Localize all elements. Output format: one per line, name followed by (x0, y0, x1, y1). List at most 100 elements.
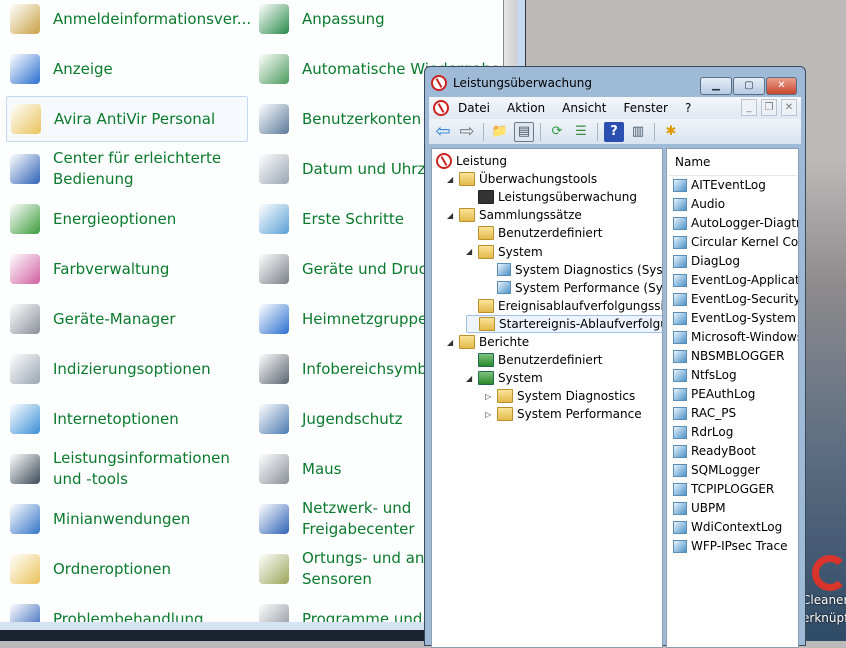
list-item[interactable]: Audio (673, 195, 725, 213)
getting-started-icon (259, 204, 289, 234)
list-item[interactable]: SQMLogger (673, 461, 760, 479)
column-header-name[interactable]: Name (675, 155, 710, 169)
control-panel-item[interactable]: Minianwendungen (6, 496, 248, 542)
close-button[interactable]: ✕ (766, 77, 797, 95)
tree-node[interactable]: Leistungsüberwachung (466, 188, 637, 206)
expand-arrow-icon[interactable]: ◢ (466, 247, 478, 256)
child-minimize-button[interactable]: _ (741, 99, 757, 116)
tree-node-label: Sammlungssätze (479, 208, 582, 223)
tree-node[interactable]: ▷ System Diagnostics (485, 387, 635, 405)
child-close-button[interactable]: ✕ (781, 99, 797, 116)
performance-monitor-window: Leistungsüberwachung ▁ ▢ ✕ Datei Aktion An… (424, 66, 806, 648)
expand-arrow-icon[interactable]: ▷ (485, 410, 497, 419)
tree-node[interactable]: ◢ Überwachungstools (447, 170, 597, 188)
expand-arrow-icon[interactable]: ◢ (447, 211, 459, 220)
trace-session-icon (673, 425, 687, 439)
menu-datei[interactable]: Datei (458, 101, 490, 115)
show-hide-tree-button[interactable]: ▤ (514, 121, 534, 142)
trace-session-icon (673, 349, 687, 363)
list-item[interactable]: AutoLogger-Diagtrack-Listener (673, 214, 798, 232)
menu-fenster[interactable]: Fenster (623, 101, 668, 115)
show-action-pane-icon: ▥ (631, 124, 645, 139)
control-panel-item-label: Indizierungsoptionen (53, 359, 211, 378)
list-item[interactable]: DiagLog (673, 252, 740, 270)
list-item-label: EventLog-System (691, 311, 796, 325)
tree-node[interactable]: System Performance (System) (485, 279, 663, 297)
menu-aktion[interactable]: Aktion (507, 101, 545, 115)
tree-node[interactable]: ◢ System (466, 243, 543, 261)
trace-session-icon (673, 330, 687, 344)
menu-ansicht[interactable]: Ansicht (562, 101, 606, 115)
control-panel-item[interactable]: Anzeige (6, 46, 248, 92)
tree-node-label: System Performance (System) (515, 280, 663, 295)
tree-node[interactable]: Startereignis-Ablaufverfolgungssitzungen (466, 314, 662, 333)
trace-session-icon (673, 368, 687, 382)
control-panel-item[interactable]: Avira AntiVir Personal (6, 96, 248, 142)
list-item[interactable]: TCPIPLOGGER (673, 480, 774, 498)
control-panel-item[interactable]: Farbverwaltung (6, 246, 248, 292)
control-panel-item[interactable]: Anpassung (255, 0, 504, 42)
control-panel-item[interactable]: Leistungsinformationen und -tools (6, 446, 248, 492)
list-item[interactable]: WFP-IPsec Trace (673, 537, 788, 555)
control-panel-item[interactable]: Indizierungsoptionen (6, 346, 248, 392)
control-panel-item-label: Heimnetzgruppe (302, 309, 428, 328)
trace-session-icon (673, 501, 687, 515)
window-title-bar: Leistungsüberwachung (431, 75, 592, 91)
list-item[interactable]: AITEventLog (673, 176, 766, 194)
control-panel-item[interactable]: Anmeldeinformationsver... (6, 0, 251, 42)
control-panel-item[interactable]: Internetoptionen (6, 396, 248, 442)
tree-node[interactable]: ◢ System (466, 369, 543, 387)
control-panel-item[interactable]: Problembehandlung (6, 596, 248, 622)
control-panel-item-label: Leistungsinformationen und -tools (53, 449, 230, 488)
list-item[interactable]: EventLog-Security (673, 290, 798, 308)
forward-button[interactable]: ⇨ (457, 121, 477, 142)
expand-arrow-icon[interactable]: ◢ (447, 338, 459, 347)
control-panel-item[interactable]: Ordneroptionen (6, 546, 248, 592)
list-item[interactable]: EventLog-System (673, 309, 796, 327)
maximize-button[interactable]: ▢ (733, 77, 765, 95)
tree-node[interactable]: Leistung (436, 152, 507, 170)
export-list-button[interactable]: ☰ (571, 122, 591, 142)
tree-node[interactable]: ▷ System Performance (485, 405, 642, 423)
list-item[interactable]: PEAuthLog (673, 385, 755, 403)
new-data-collector-button[interactable]: ✱ (661, 122, 681, 142)
list-item[interactable]: ReadyBoot (673, 442, 756, 460)
tree-node[interactable]: ◢ Sammlungssätze (447, 206, 582, 224)
control-panel-item-label: Avira AntiVir Personal (54, 109, 216, 128)
refresh-button[interactable]: ⟳ (547, 122, 567, 142)
list-item[interactable]: UBPM (673, 499, 726, 517)
list-item[interactable]: Circular Kernel Context Logger (673, 233, 798, 251)
desktop-shortcut-ccleaner[interactable]: Cleaner. erknüpf (802, 555, 846, 641)
tree-node[interactable]: ◢ Berichte (447, 333, 529, 351)
up-folder-icon: 📁 (491, 124, 509, 139)
tree-node[interactable]: Benutzerdefiniert (466, 224, 602, 242)
minimize-button[interactable]: ▁ (700, 77, 732, 95)
control-panel-item[interactable]: Center für erleichterte Bedienung (6, 146, 248, 192)
menu-help[interactable]: ? (685, 101, 691, 115)
tree-node[interactable]: Ereignisablaufverfolgungssitzungen (466, 297, 662, 315)
tree-node[interactable]: Benutzerdefiniert (466, 351, 602, 369)
tree-node[interactable]: System Diagnostics (System) (485, 261, 662, 279)
expand-arrow-icon[interactable]: ▷ (485, 392, 497, 401)
list-item-label: TCPIPLOGGER (691, 482, 775, 496)
list-item[interactable]: NtfsLog (673, 366, 737, 384)
up-folder-button[interactable]: 📁 (490, 122, 510, 142)
list-item[interactable]: NBSMBLOGGER (673, 347, 784, 365)
show-action-pane-button[interactable]: ▥ (628, 122, 648, 142)
folder-report-icon (497, 407, 513, 422)
back-icon: ⇦ (435, 121, 451, 142)
control-panel-item[interactable]: Energieoptionen (6, 196, 248, 242)
expand-arrow-icon[interactable]: ◢ (447, 175, 459, 184)
credential-vault-icon (10, 4, 40, 34)
list-item[interactable]: WdiContextLog (673, 518, 782, 536)
list-item[interactable]: RAC_PS (673, 404, 736, 422)
expand-arrow-icon[interactable]: ◢ (466, 374, 478, 383)
list-item[interactable]: RdrLog (673, 423, 733, 441)
autoplay-icon (259, 54, 289, 84)
list-item[interactable]: Microsoft-Windows-Setup (673, 328, 798, 346)
list-item[interactable]: EventLog-Application (673, 271, 798, 289)
control-panel-item[interactable]: Geräte-Manager (6, 296, 248, 342)
child-restore-button[interactable]: ❐ (761, 99, 777, 116)
help-button[interactable]: ? (604, 121, 624, 142)
back-button[interactable]: ⇦ (433, 121, 453, 142)
